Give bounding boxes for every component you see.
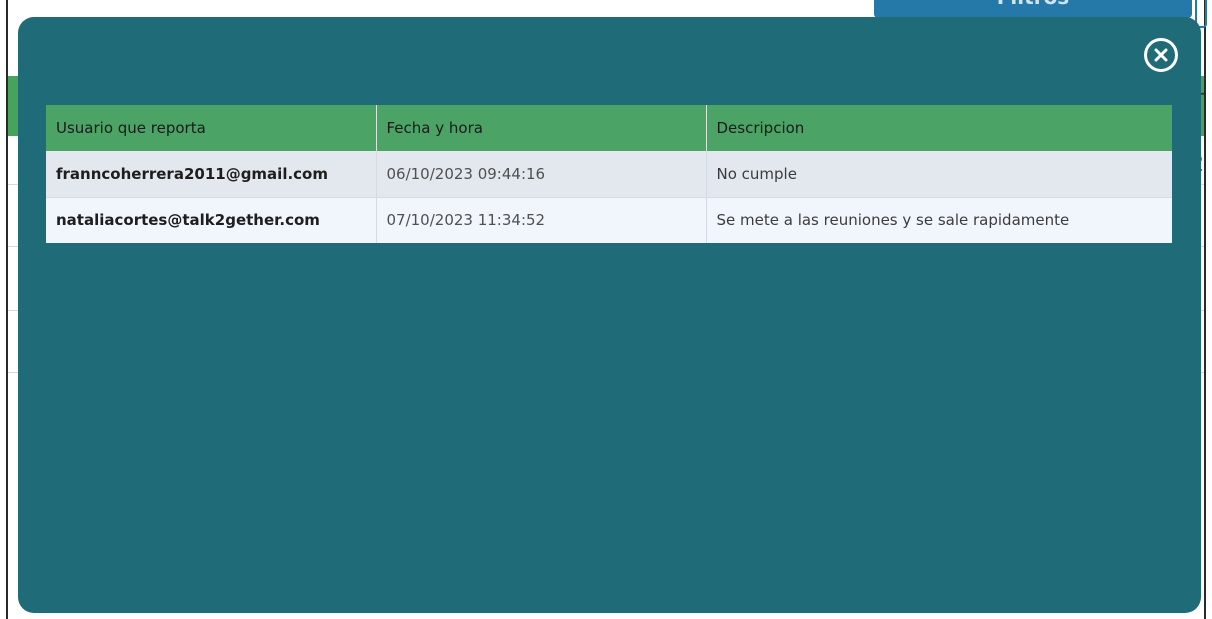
cell-user: nataliacortes@talk2gether.com — [46, 196, 377, 243]
table-header-row: Usuario que reporta Fecha y hora Descrip… — [46, 105, 1172, 151]
cell-datetime: 06/10/2023 09:44:16 — [376, 151, 707, 197]
filter-button-label: Filtros — [997, 0, 1069, 9]
reports-table: Usuario que reporta Fecha y hora Descrip… — [46, 105, 1172, 243]
screen: Filtros r 2 Usuario que reporta Fecha y … — [0, 0, 1212, 619]
close-icon[interactable] — [1144, 38, 1178, 72]
column-header-datetime: Fecha y hora — [376, 105, 707, 151]
cell-datetime: 07/10/2023 11:34:52 — [376, 196, 707, 243]
cell-description: Se mete a las reuniones y se sale rapida… — [706, 196, 1172, 243]
column-header-description: Descripcion — [706, 105, 1172, 151]
filter-button[interactable]: Filtros — [874, 0, 1192, 18]
table-row: franncoherrera2011@gmail.com 06/10/2023 … — [46, 151, 1172, 197]
cell-description: No cumple — [706, 151, 1172, 197]
cell-user: franncoherrera2011@gmail.com — [46, 151, 377, 197]
column-header-user: Usuario que reporta — [46, 105, 377, 151]
close-x-glyph — [1154, 48, 1168, 62]
reports-modal: Usuario que reporta Fecha y hora Descrip… — [18, 17, 1201, 613]
table-row: nataliacortes@talk2gether.com 07/10/2023… — [46, 196, 1172, 243]
